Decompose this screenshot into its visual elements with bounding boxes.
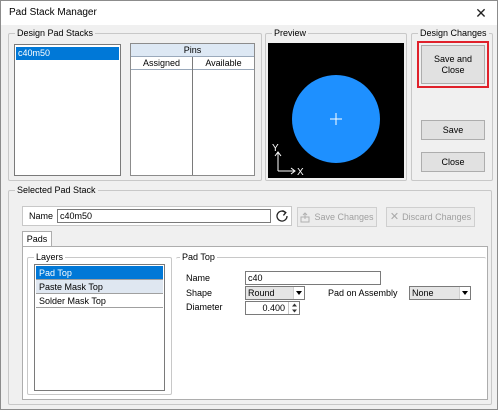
pad-name-label: Name — [186, 273, 211, 283]
pad-name-input[interactable]: c40 — [245, 271, 381, 285]
title-bar: Pad Stack Manager ✕ — [1, 1, 497, 25]
layer-item-paste-mask-top[interactable]: Paste Mask Top — [36, 280, 163, 294]
save-changes-button[interactable]: Save Changes — [297, 207, 377, 227]
layers-legend: Layers — [34, 252, 66, 263]
axis-x-label: X — [297, 167, 304, 178]
layers-list[interactable]: Pad Top Paste Mask Top Solder Mask Top — [34, 264, 165, 391]
name-bar: Name c40m50 — [22, 206, 292, 226]
shape-select-value: Round — [248, 288, 275, 298]
shape-select[interactable]: Round — [245, 286, 305, 300]
save-button[interactable]: Save — [421, 120, 485, 140]
save-and-close-label-line2: Close — [441, 64, 465, 75]
preview-drawing: Y X — [272, 75, 380, 178]
discard-changes-label: Discard Changes — [402, 211, 472, 222]
pins-header: Pins — [131, 44, 254, 57]
pad-top-group: Pad Top Name c40 Shape Round Pad on Asse… — [176, 252, 486, 395]
preview-canvas: Y X — [268, 43, 404, 178]
design-changes-group: Design Changes Save and Close Save Close — [411, 28, 493, 181]
window-title: Pad Stack Manager — [9, 7, 97, 18]
discard-x-icon: ✕ — [389, 210, 400, 223]
refresh-icon[interactable] — [275, 209, 289, 223]
layers-group: Layers Pad Top Paste Mask Top Solder Mas… — [27, 252, 172, 395]
save-and-close-label-line1: Save and — [433, 54, 473, 65]
stack-name-label: Name — [29, 211, 54, 221]
spinner-arrows-icon — [292, 303, 297, 313]
layer-item-pad-top[interactable]: Pad Top — [36, 266, 163, 280]
layer-item-solder-mask-top[interactable]: Solder Mask Top — [36, 294, 163, 308]
design-pad-stacks-list[interactable]: c40m50 — [14, 44, 121, 176]
pad-on-assembly-label: Pad on Assembly — [328, 288, 398, 298]
stack-name-input[interactable]: c40m50 — [57, 209, 271, 223]
pad-stack-item-c40m50[interactable]: c40m50 — [16, 47, 119, 60]
shape-label: Shape — [186, 288, 213, 298]
pad-on-assembly-value: None — [412, 288, 434, 298]
design-pad-stacks-group: Design Pad Stacks c40m50 Pins Assigned A… — [8, 28, 262, 181]
pins-header-label: Pins — [183, 45, 202, 55]
save-and-close-button[interactable]: Save and Close — [421, 45, 485, 84]
tab-pads[interactable]: Pads — [22, 231, 52, 247]
design-changes-legend: Design Changes — [418, 28, 489, 39]
upload-icon — [300, 211, 310, 222]
pins-available-header[interactable]: Available — [193, 58, 254, 68]
close-button[interactable]: Close — [421, 152, 485, 172]
close-window-icon[interactable]: ✕ — [471, 3, 491, 23]
pins-table: Pins Assigned Available — [130, 43, 255, 176]
selected-pad-stack-group: Selected Pad Stack Name c40m50 Save Chan… — [8, 185, 492, 405]
preview-legend: Preview — [272, 28, 309, 39]
diameter-spinner[interactable] — [288, 302, 299, 314]
chevron-down-icon — [293, 287, 304, 299]
pad-top-legend: Pad Top — [180, 252, 217, 263]
axis-y-label: Y — [272, 143, 279, 154]
pad-stack-manager-window: Pad Stack Manager ✕ Design Pad Stacks c4… — [0, 0, 498, 410]
pins-column-divider — [192, 57, 193, 175]
chevron-down-icon — [459, 287, 470, 299]
selected-pad-stack-legend: Selected Pad Stack — [15, 185, 98, 196]
pads-tab-panel: Layers Pad Top Paste Mask Top Solder Mas… — [22, 246, 488, 400]
diameter-label: Diameter — [186, 302, 223, 312]
pad-on-assembly-select[interactable]: None — [409, 286, 471, 300]
pins-assigned-header[interactable]: Assigned — [131, 58, 192, 68]
save-changes-label: Save Changes — [314, 211, 374, 222]
preview-group: Preview Y X — [265, 28, 407, 181]
discard-changes-button[interactable]: ✕ Discard Changes — [386, 207, 475, 227]
design-pad-stacks-legend: Design Pad Stacks — [15, 28, 96, 39]
